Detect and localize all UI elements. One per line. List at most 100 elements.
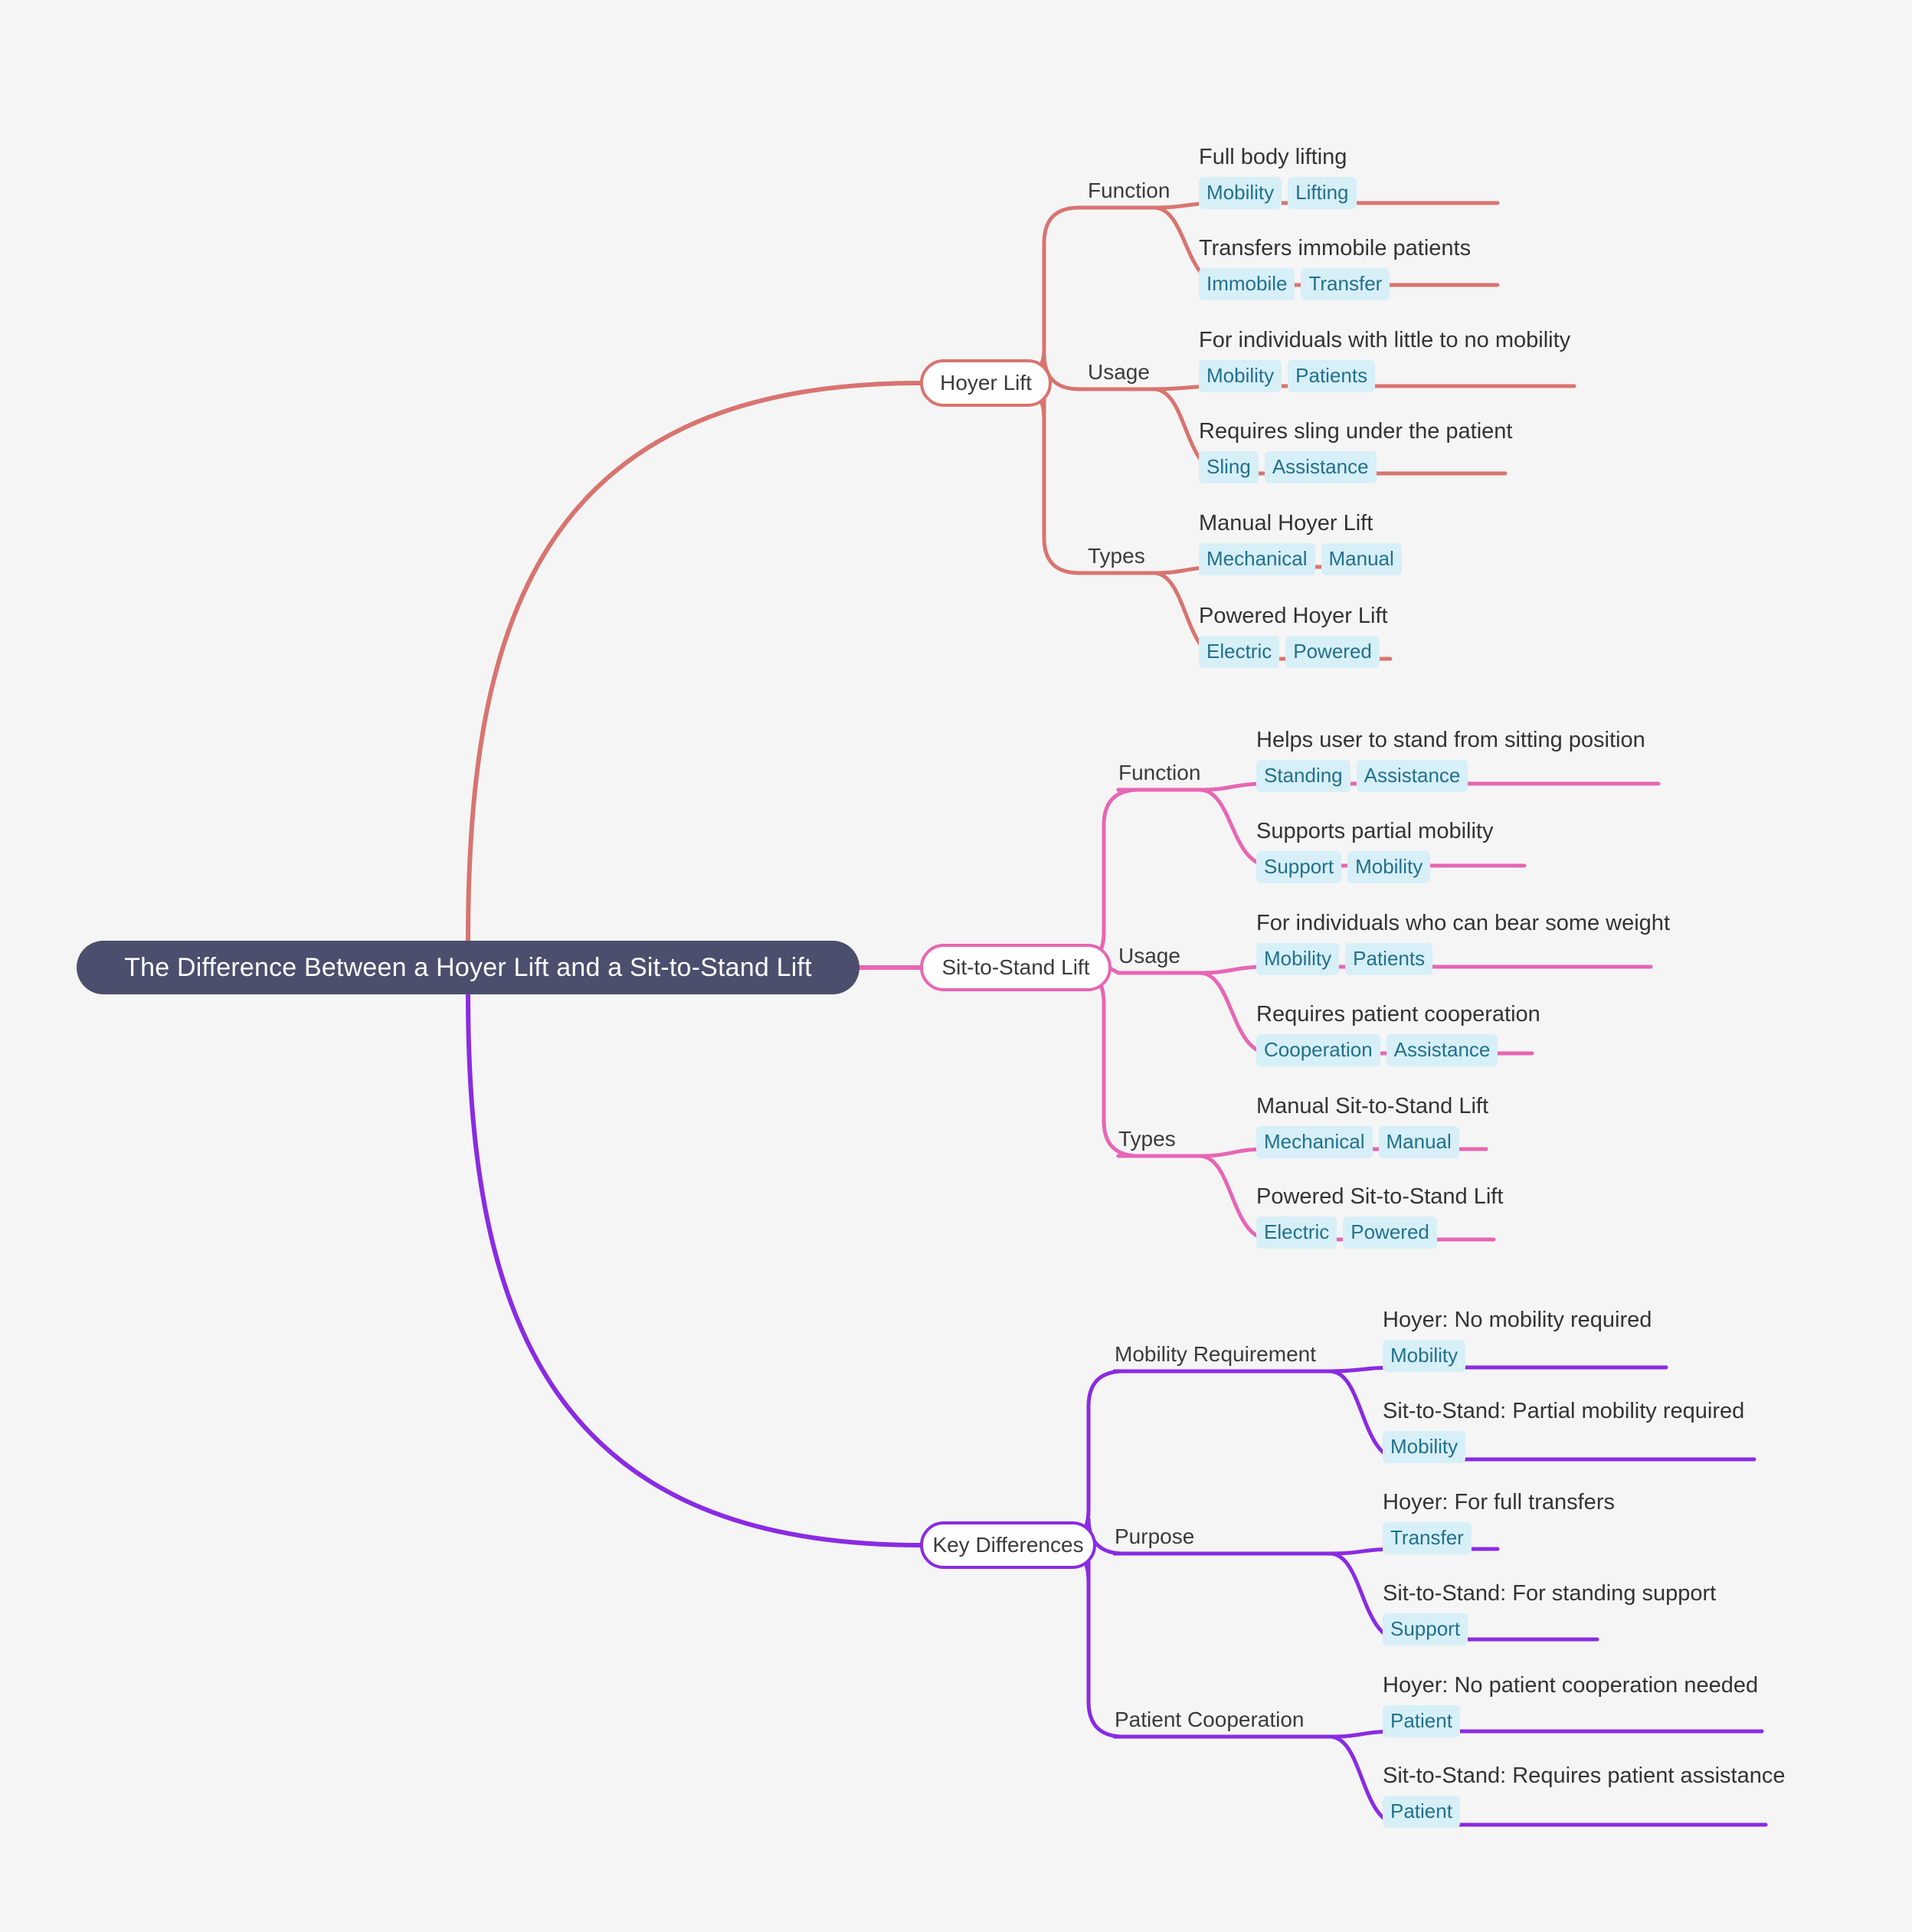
tag-row: Mobility Patients <box>1256 943 1670 975</box>
tag-chip[interactable]: Manual <box>1321 543 1402 575</box>
tag-chip[interactable]: Assistance <box>1386 1034 1498 1066</box>
tag-row: Standing Assistance <box>1256 760 1645 792</box>
tag-chip[interactable]: Mobility <box>1347 851 1431 883</box>
branch-node-2[interactable]: Key Differences <box>920 1521 1096 1569</box>
tag-chip[interactable]: Immobile <box>1199 268 1295 300</box>
group-label-1-1[interactable]: Usage <box>1118 944 1180 968</box>
leaf-text: Sit-to-Stand: Partial mobility required <box>1383 1399 1745 1423</box>
leaf-text: Sit-to-Stand: Requires patient assistanc… <box>1383 1763 1786 1788</box>
leaf-text: For individuals who can bear some weight <box>1256 911 1670 935</box>
group-label-2-1[interactable]: Purpose <box>1115 1524 1194 1549</box>
leaf-text: Manual Hoyer Lift <box>1199 511 1373 535</box>
tag-chip[interactable]: Powered <box>1285 636 1380 668</box>
branch-node-label: Hoyer Lift <box>940 371 1032 395</box>
leaf-text: Powered Sit-to-Stand Lift <box>1256 1184 1504 1209</box>
tag-row: Electric Powered <box>1199 636 1388 668</box>
group-label-2-0[interactable]: Mobility Requirement <box>1115 1342 1316 1367</box>
root-title: The Difference Between a Hoyer Lift and … <box>124 952 812 982</box>
group-label-0-2[interactable]: Types <box>1088 544 1145 568</box>
connector <box>1008 381 1090 575</box>
leaf-text: Helps user to stand from sitting positio… <box>1256 728 1645 752</box>
tag-chip[interactable]: Mechanical <box>1199 543 1315 575</box>
tag-row: Mobility <box>1383 1340 1652 1372</box>
leaf-node-1-1-0[interactable]: For individuals who can bear some weight… <box>1256 910 1670 975</box>
group-label-1-0[interactable]: Function <box>1118 761 1200 785</box>
leaf-node-1-0-0[interactable]: Helps user to stand from sitting positio… <box>1256 727 1645 792</box>
tag-row: Support Mobility <box>1256 851 1493 883</box>
leaf-node-1-2-0[interactable]: Manual Sit-to-Stand Lift Mechanical Manual <box>1256 1093 1488 1158</box>
tag-chip[interactable]: Mobility <box>1256 943 1340 975</box>
tag-chip[interactable]: Support <box>1383 1613 1468 1645</box>
tag-row: Support <box>1383 1613 1716 1645</box>
tag-row: Sling Assistance <box>1199 451 1512 483</box>
leaf-node-2-1-1[interactable]: Sit-to-Stand: For standing support Suppor… <box>1383 1580 1716 1645</box>
leaf-node-0-1-0[interactable]: For individuals with little to no mobili… <box>1199 327 1570 392</box>
leaf-node-2-2-0[interactable]: Hoyer: No patient cooperation needed Pati… <box>1383 1672 1758 1737</box>
group-label-2-2[interactable]: Patient Cooperation <box>1115 1708 1305 1732</box>
tag-row: Immobile Transfer <box>1199 268 1471 300</box>
tag-chip[interactable]: Support <box>1256 851 1342 883</box>
tag-row: Mechanical Manual <box>1199 543 1402 575</box>
tag-chip[interactable]: Mobility <box>1383 1340 1466 1372</box>
tag-chip[interactable]: Patient <box>1383 1705 1460 1737</box>
tag-row: Mechanical Manual <box>1256 1126 1488 1158</box>
leaf-node-2-1-0[interactable]: Hoyer: For full transfers Transfer <box>1383 1489 1615 1554</box>
group-label-0-0[interactable]: Function <box>1088 178 1170 203</box>
leaf-node-1-0-1[interactable]: Supports partial mobility Support Mobility <box>1256 818 1493 883</box>
leaf-text: Requires sling under the patient <box>1199 419 1513 444</box>
leaf-node-0-2-1[interactable]: Powered Hoyer Lift Electric Powered <box>1199 603 1388 668</box>
connector <box>1068 788 1140 970</box>
tag-chip[interactable]: Sling <box>1199 451 1259 483</box>
leaf-node-1-1-1[interactable]: Requires patient cooperation Cooperation A… <box>1256 1001 1540 1066</box>
tag-chip[interactable]: Assistance <box>1356 760 1468 792</box>
leaf-node-2-0-1[interactable]: Sit-to-Stand: Partial mobility required M… <box>1383 1398 1744 1463</box>
leaf-text: Manual Sit-to-Stand Lift <box>1256 1094 1489 1118</box>
branch-node-label: Sit-to-Stand Lift <box>941 955 1090 979</box>
leaf-node-0-0-0[interactable]: Full body lifting Mobility Lifting <box>1199 144 1357 209</box>
leaf-text: Sit-to-Stand: For standing support <box>1383 1581 1717 1606</box>
leaf-node-2-2-1[interactable]: Sit-to-Stand: Requires patient assistanc… <box>1383 1763 1786 1828</box>
tag-row: Transfer <box>1383 1522 1615 1554</box>
leaf-text: For individuals with little to no mobili… <box>1199 328 1571 352</box>
tag-row: Mobility Patients <box>1199 360 1570 392</box>
tag-chip[interactable]: Mobility <box>1199 177 1282 209</box>
tag-chip[interactable]: Powered <box>1343 1217 1437 1249</box>
tag-chip[interactable]: Transfer <box>1301 268 1390 300</box>
tag-chip[interactable]: Mobility <box>1383 1431 1466 1463</box>
leaf-text: Hoyer: For full transfers <box>1383 1490 1615 1514</box>
tag-chip[interactable]: Lifting <box>1288 177 1357 209</box>
tag-row: Mobility <box>1383 1431 1744 1463</box>
connector <box>1053 1543 1125 1739</box>
branch-node-1[interactable]: Sit-to-Stand Lift <box>920 944 1112 991</box>
group-label-0-1[interactable]: Usage <box>1088 360 1150 385</box>
leaf-text: Supports partial mobility <box>1256 819 1494 843</box>
tag-chip[interactable]: Patient <box>1383 1796 1460 1828</box>
root-node[interactable]: The Difference Between a Hoyer Lift and … <box>77 941 859 994</box>
branch-node-0[interactable]: Hoyer Lift <box>920 359 1052 407</box>
tag-chip[interactable]: Mobility <box>1199 360 1282 392</box>
tag-chip[interactable]: Electric <box>1199 636 1280 668</box>
tag-row: Patient <box>1383 1796 1786 1828</box>
tag-chip[interactable]: Manual <box>1378 1126 1459 1158</box>
tag-chip[interactable]: Transfer <box>1383 1522 1472 1554</box>
connector <box>1053 1369 1125 1547</box>
leaf-text: Transfers immobile patients <box>1199 236 1472 260</box>
tag-chip[interactable]: Patients <box>1345 943 1433 975</box>
tag-chip[interactable]: Cooperation <box>1256 1034 1380 1066</box>
tag-chip[interactable]: Patients <box>1288 360 1376 392</box>
mindmap-canvas: The Difference Between a Hoyer Lift and … <box>0 0 1912 1932</box>
tag-chip[interactable]: Electric <box>1256 1217 1337 1249</box>
leaf-node-0-1-1[interactable]: Requires sling under the patient Sling Ass… <box>1199 418 1512 483</box>
leaf-text: Powered Hoyer Lift <box>1199 604 1388 628</box>
branch-node-label: Key Differences <box>932 1533 1084 1557</box>
tag-chip[interactable]: Standing <box>1256 760 1351 792</box>
leaf-node-0-2-0[interactable]: Manual Hoyer Lift Mechanical Manual <box>1199 510 1402 575</box>
leaf-node-2-0-0[interactable]: Hoyer: No mobility required Mobility <box>1383 1307 1652 1372</box>
leaf-node-1-2-1[interactable]: Powered Sit-to-Stand Lift Electric Powered <box>1256 1184 1503 1249</box>
leaf-text: Hoyer: No patient cooperation needed <box>1383 1673 1759 1698</box>
tag-chip[interactable]: Mechanical <box>1256 1126 1373 1158</box>
leaf-text: Requires patient cooperation <box>1256 1002 1540 1027</box>
group-label-1-2[interactable]: Types <box>1118 1127 1176 1151</box>
tag-chip[interactable]: Assistance <box>1264 451 1377 483</box>
leaf-node-0-0-1[interactable]: Transfers immobile patients Immobile Trans… <box>1199 235 1471 300</box>
